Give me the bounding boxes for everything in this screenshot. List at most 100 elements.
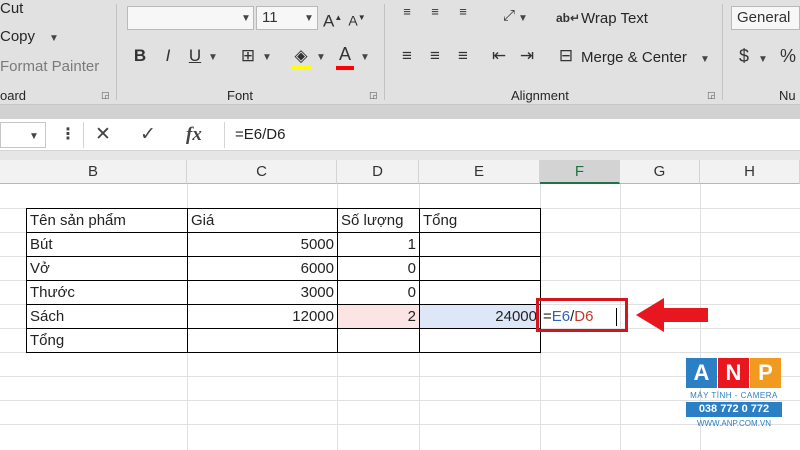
middle-align-icon[interactable]: ≡: [426, 2, 444, 22]
anp-logo: A N P MÁY TÍNH - CAMERA 038 772 0 772 WW…: [686, 358, 782, 434]
header-cell-price[interactable]: Giá: [188, 209, 337, 232]
header-cell-name[interactable]: Tên sản phẩm: [27, 209, 187, 232]
orientation-icon[interactable]: ⤢: [500, 6, 518, 26]
table-cell-price[interactable]: 3000: [188, 281, 337, 304]
grow-font-icon[interactable]: A▲: [323, 8, 342, 32]
percent-button[interactable]: %: [779, 46, 797, 66]
ribbon: Cut Copy ▼ Format Painter oard ◲ ▼ 11 ▼ …: [0, 0, 800, 105]
fill-color-dropdown-icon[interactable]: ▼: [316, 52, 326, 63]
gridline: [0, 400, 800, 401]
column-header-g[interactable]: G: [620, 160, 700, 184]
ribbon-gap: [0, 105, 800, 119]
logo-phone: 038 772 0 772: [686, 402, 782, 417]
grid-top-strip: [0, 151, 800, 160]
logo-website: WWW.ANP.COM.VN: [696, 419, 772, 428]
bold-button[interactable]: B: [132, 46, 148, 66]
clipboard-group-label: oard: [0, 88, 27, 103]
clipboard-dialog-launcher-icon[interactable]: ◲: [101, 90, 111, 100]
font-group-label: Font: [227, 88, 254, 103]
font-color-icon[interactable]: A: [336, 44, 354, 64]
alignment-group-label: Alignment: [511, 88, 569, 103]
cut-button[interactable]: Cut: [0, 0, 23, 17]
column-header-d[interactable]: D: [337, 160, 419, 184]
font-name-input[interactable]: [127, 6, 254, 30]
fill-color-icon[interactable]: ◈: [291, 46, 311, 66]
header-cell-qty[interactable]: Số lượng: [338, 209, 419, 232]
column-header-b[interactable]: B: [0, 160, 187, 184]
table-cell-price[interactable]: 12000: [188, 305, 337, 328]
text-cursor: [616, 308, 617, 326]
cancel-icon[interactable]: ✕: [95, 123, 111, 147]
table-cell-total[interactable]: [420, 257, 540, 280]
active-cell-formula[interactable]: =E6/D6: [540, 305, 593, 328]
logo-letter-p: P: [750, 358, 781, 388]
table-cell-name[interactable]: Thước: [27, 281, 187, 304]
top-align-icon[interactable]: ≡: [398, 2, 416, 22]
table-cell-name[interactable]: Bút: [27, 233, 187, 256]
format-painter-button[interactable]: Format Painter: [0, 58, 99, 75]
table-cell-name[interactable]: Sách: [27, 305, 187, 328]
table-border: [26, 352, 540, 353]
table-cell-price[interactable]: [188, 329, 337, 352]
merge-center-button[interactable]: Merge & Center: [581, 49, 687, 66]
enter-icon[interactable]: ✓: [140, 123, 156, 147]
font-color-dropdown-icon[interactable]: ▼: [360, 52, 370, 63]
underline-dropdown-icon[interactable]: ▼: [208, 52, 218, 63]
currency-button[interactable]: $: [737, 46, 751, 66]
table-cell-total[interactable]: 24000: [420, 305, 540, 328]
wrap-text-button[interactable]: Wrap Text: [581, 10, 648, 27]
font-dialog-launcher-icon[interactable]: ◲: [369, 90, 379, 100]
group-separator: [384, 4, 385, 100]
table-cell-qty[interactable]: 0: [338, 257, 419, 280]
table-cell-price[interactable]: 6000: [188, 257, 337, 280]
column-header-f[interactable]: F: [540, 160, 620, 184]
table-cell-total[interactable]: [420, 281, 540, 304]
alignment-dialog-launcher-icon[interactable]: ◲: [707, 90, 717, 100]
table-cell-qty[interactable]: 0: [338, 281, 419, 304]
name-box[interactable]: ▼: [0, 122, 46, 148]
copy-button[interactable]: Copy: [0, 28, 35, 45]
merge-dropdown-icon[interactable]: ▼: [700, 54, 710, 65]
bottom-align-icon[interactable]: ≡: [454, 2, 472, 22]
align-left-icon[interactable]: ≡: [398, 46, 416, 66]
font-size-dropdown-icon[interactable]: ▼: [304, 13, 314, 24]
merge-center-icon[interactable]: ⊟: [556, 46, 576, 66]
underline-button[interactable]: U: [187, 46, 203, 66]
column-header-h[interactable]: H: [700, 160, 800, 184]
align-right-icon[interactable]: ≡: [454, 46, 472, 66]
name-box-dropdown-icon[interactable]: ▼: [29, 131, 39, 142]
formula-input[interactable]: =E6/D6: [224, 122, 800, 148]
header-cell-total[interactable]: Tổng: [420, 209, 540, 232]
currency-dropdown-icon[interactable]: ▼: [758, 54, 768, 65]
formula-eq: =: [543, 308, 552, 325]
decrease-indent-icon[interactable]: ⇤: [490, 46, 508, 66]
number-format-input[interactable]: General: [731, 6, 800, 30]
table-cell-price[interactable]: 5000: [188, 233, 337, 256]
column-header-e[interactable]: E: [419, 160, 540, 184]
table-cell-name[interactable]: Tổng: [27, 329, 187, 352]
gridline: [0, 424, 800, 425]
orientation-dropdown-icon[interactable]: ▼: [518, 13, 528, 24]
align-center-icon[interactable]: ≡: [426, 46, 444, 66]
arrow-left-icon: [636, 298, 708, 332]
italic-button[interactable]: I: [160, 46, 176, 66]
column-header-c[interactable]: C: [187, 160, 337, 184]
table-cell-name[interactable]: Vở: [27, 257, 187, 280]
wrap-text-icon[interactable]: ab↵: [556, 8, 580, 28]
table-cell-qty[interactable]: [338, 329, 419, 352]
table-cell-qty[interactable]: 1: [338, 233, 419, 256]
table-cell-qty[interactable]: 2: [338, 305, 419, 328]
table-cell-total[interactable]: [420, 329, 540, 352]
shrink-font-icon[interactable]: A▼: [348, 8, 366, 31]
table-cell-total[interactable]: [420, 233, 540, 256]
borders-dropdown-icon[interactable]: ▼: [262, 52, 272, 63]
borders-icon[interactable]: ⊞: [238, 46, 258, 66]
font-name-dropdown-icon[interactable]: ▼: [241, 13, 251, 24]
increase-indent-icon[interactable]: ⇥: [518, 46, 536, 66]
worksheet-grid[interactable]: B C D E F G H Tên sản phẩm Giá Số lượng …: [0, 160, 800, 450]
formula-bar-more-icon[interactable]: ⋮: [60, 123, 76, 147]
copy-dropdown-icon[interactable]: ▼: [49, 33, 59, 44]
group-separator: [116, 4, 117, 100]
insert-function-icon[interactable]: fx: [186, 123, 202, 147]
fill-color-swatch: [291, 66, 311, 70]
